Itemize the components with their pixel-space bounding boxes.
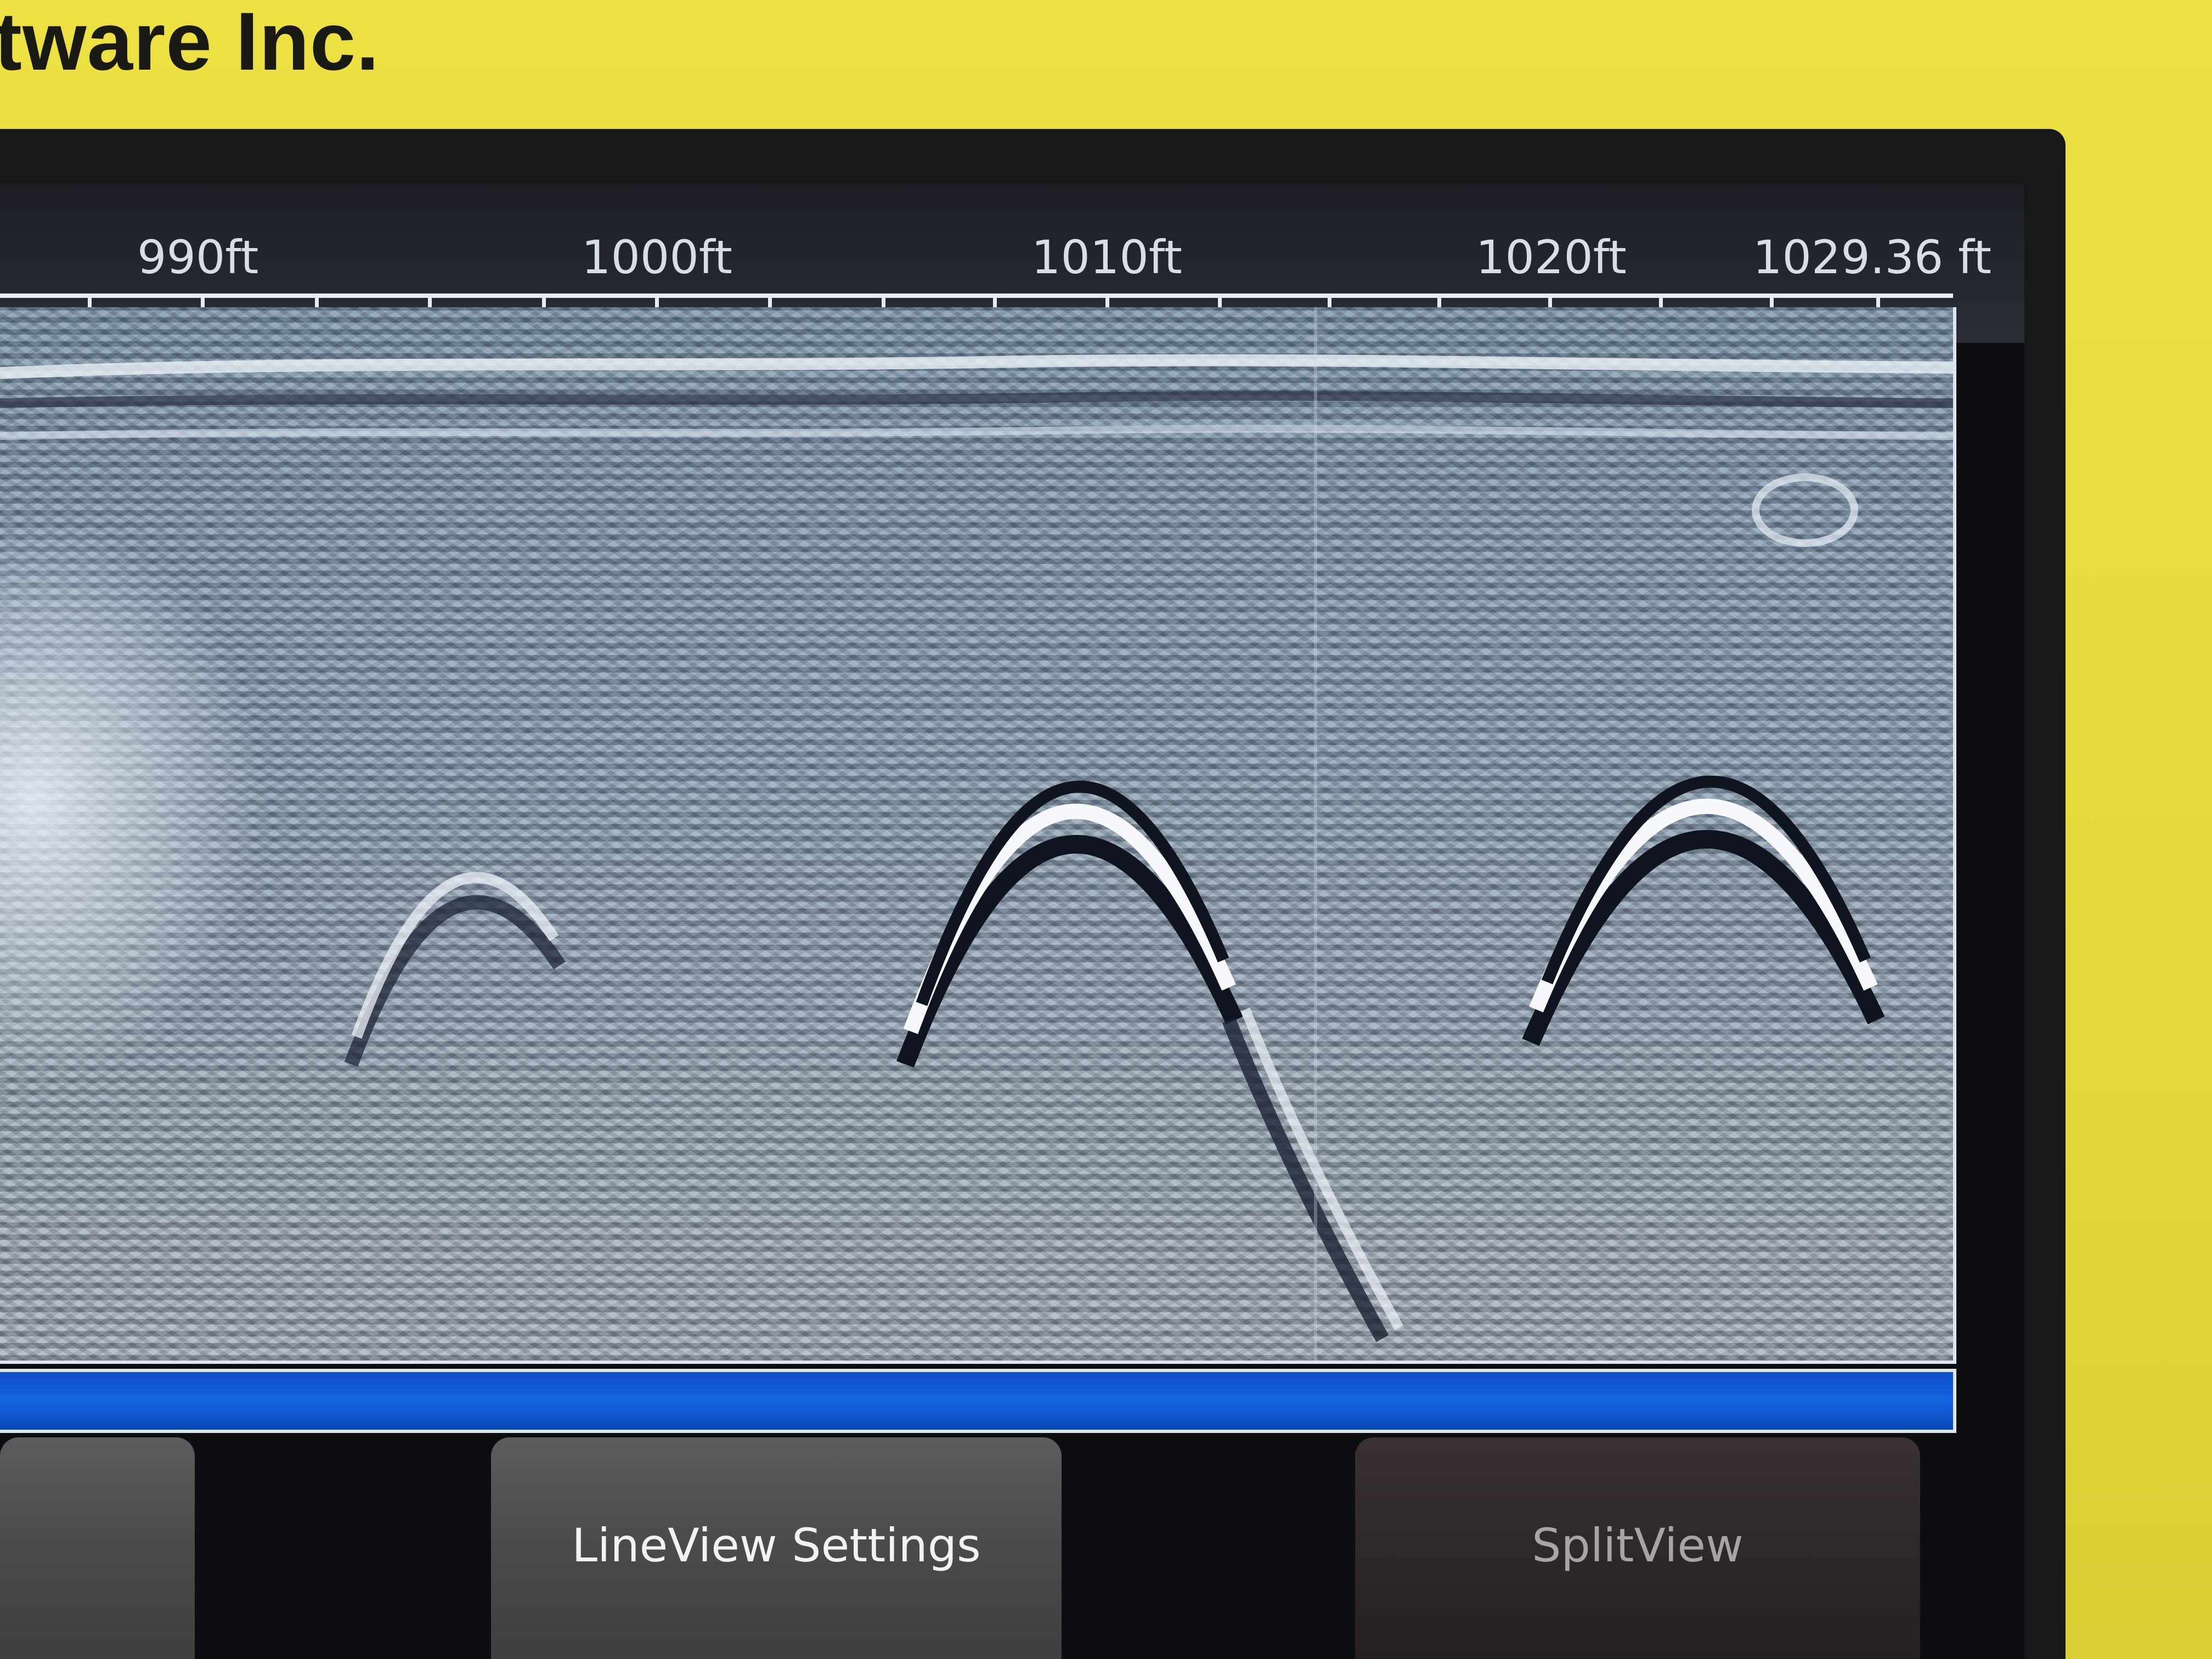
radargram-reflections — [0, 307, 1953, 1361]
ruler-label-1020: 1020ft — [1476, 230, 1627, 284]
splitview-button[interactable]: SplitView — [1355, 1437, 1920, 1659]
ruler-label-1000: 1000ft — [582, 230, 732, 284]
ruler-label-990: 990ft — [137, 230, 259, 284]
brand-label: tware Inc. — [0, 0, 380, 87]
ruler-label-1010: 1010ft — [1031, 230, 1182, 284]
lineview-settings-label: LineView Settings — [572, 1519, 981, 1572]
softkey-left[interactable] — [0, 1437, 195, 1659]
lineview-settings-button[interactable]: LineView Settings — [491, 1437, 1062, 1659]
status-bar — [0, 1369, 1956, 1433]
ruler-label-end: 1029.36 ft — [1753, 230, 1992, 284]
display-screen: 990ft 1000ft 1010ft 1020ft 1029.36 ft Li… — [0, 184, 2024, 1659]
splitview-label: SplitView — [1532, 1519, 1743, 1572]
gpr-device-body: tware Inc. 990ft 1000ft 1010ft 1020ft 10… — [0, 0, 2212, 1659]
gpr-radargram-view[interactable] — [0, 307, 1956, 1364]
